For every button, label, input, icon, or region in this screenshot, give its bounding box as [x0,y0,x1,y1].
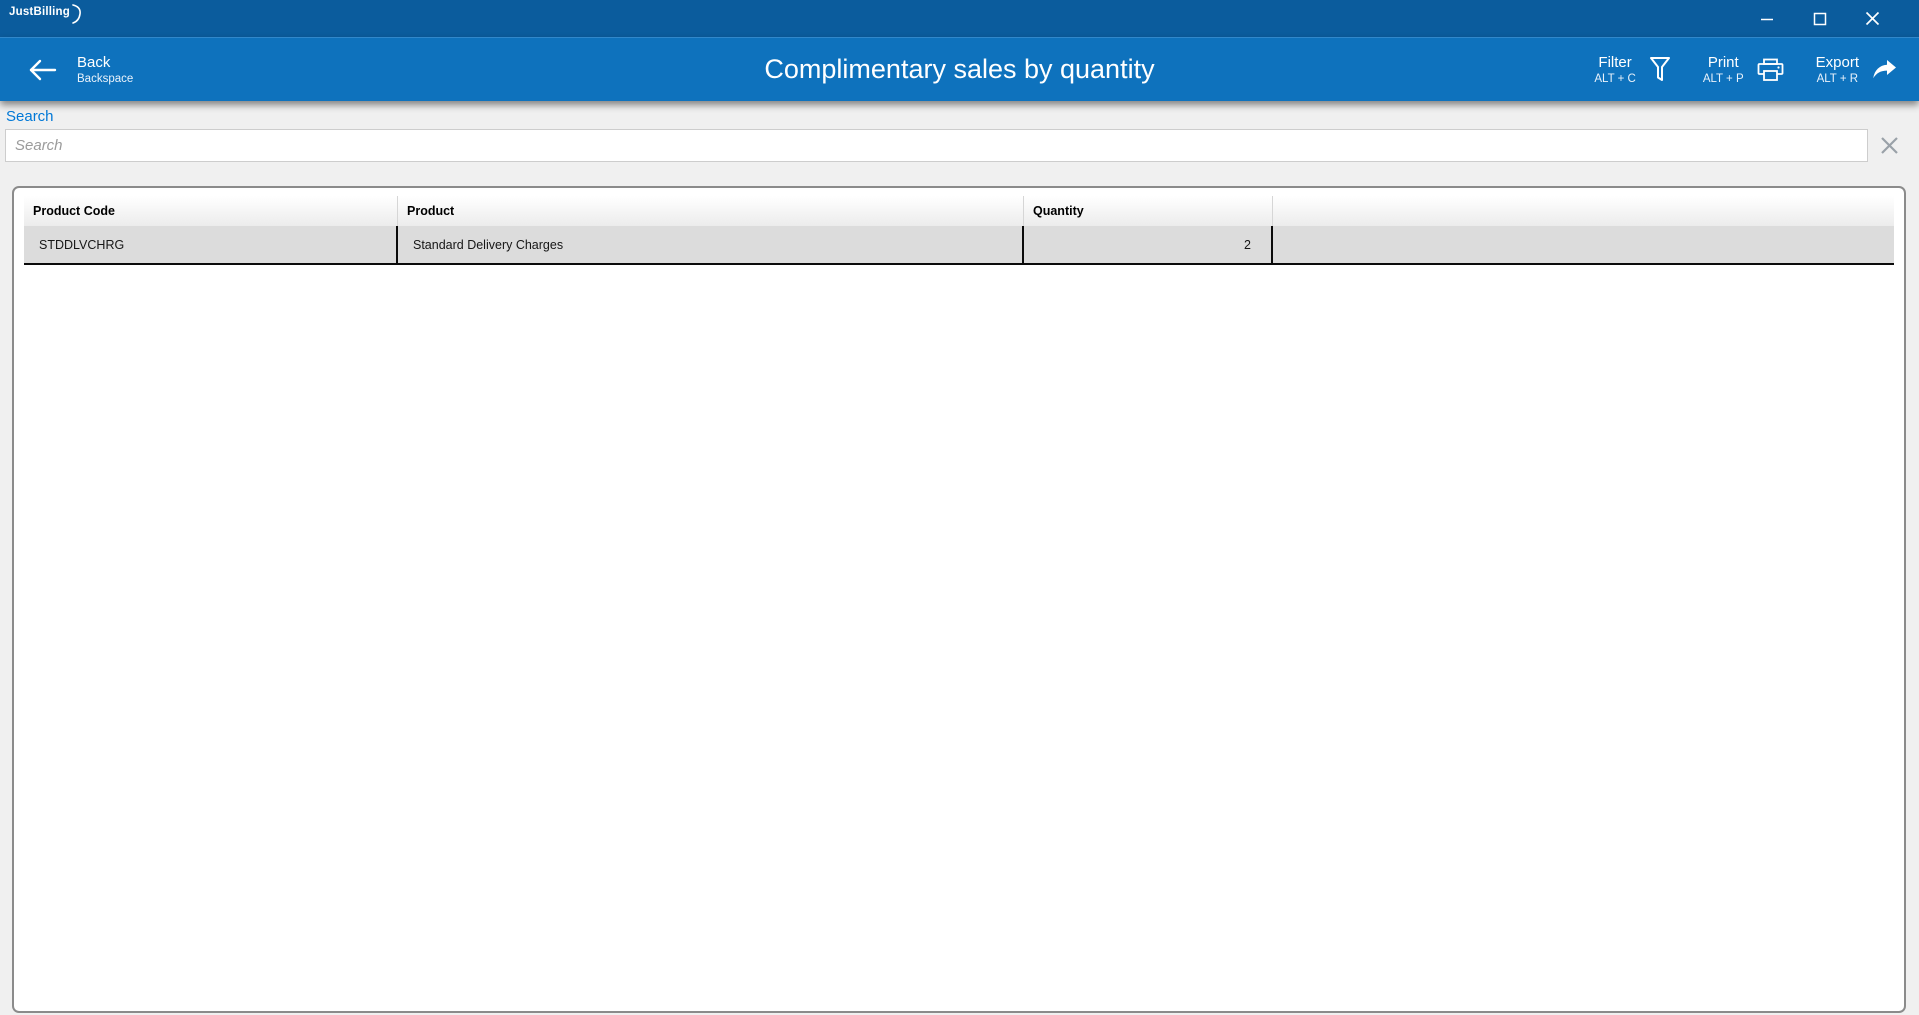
appbar-actions: Filter ALT + C Print ALT + P Export ALT [1594,53,1919,87]
filter-icon [1649,56,1671,83]
minimize-button[interactable] [1740,0,1793,37]
filter-shortcut: ALT + C [1594,72,1635,87]
export-button[interactable]: Export ALT + R [1816,53,1897,87]
close-button[interactable] [1846,0,1899,37]
maximize-icon [1813,12,1827,26]
export-shortcut: ALT + R [1817,72,1858,87]
report-table: Product Code Product Quantity STDDLVCHRG… [12,186,1906,1013]
table-row[interactable]: STDDLVCHRG Standard Delivery Charges 2 [24,226,1894,265]
header-cell-product[interactable]: Product [398,196,1024,226]
search-input[interactable] [5,129,1868,162]
window-titlebar: JustBilling [0,0,1919,37]
window-controls [1740,0,1919,37]
back-button[interactable]: Back Backspace [0,53,133,87]
justbilling-logo: JustBilling [0,0,85,37]
header-cell-product-code[interactable]: Product Code [24,196,398,226]
filter-label: Filter [1598,53,1631,72]
clear-search-button[interactable] [1879,135,1900,156]
table-header-row: Product Code Product Quantity [24,196,1894,226]
export-icon [1872,59,1897,81]
print-shortcut: ALT + P [1703,72,1744,87]
cell-quantity: 2 [1024,226,1273,263]
search-label: Search [6,108,54,125]
back-arrow-icon [27,58,57,82]
cell-filler [1273,226,1894,263]
cell-product: Standard Delivery Charges [398,226,1024,263]
maximize-button[interactable] [1793,0,1846,37]
export-label: Export [1816,53,1859,72]
back-label: Back [77,53,133,72]
back-shortcut: Backspace [77,72,133,87]
cell-product-code: STDDLVCHRG [24,226,398,263]
minimize-icon [1760,12,1774,26]
print-label: Print [1708,53,1739,72]
search-section: Search [0,101,1919,162]
close-icon [1865,11,1880,26]
printer-icon [1757,58,1784,82]
clear-search-icon [1879,135,1900,156]
app-command-bar: Back Backspace Complimentary sales by qu… [0,37,1919,101]
justbilling-logo-text: JustBilling [9,6,70,18]
print-button[interactable]: Print ALT + P [1703,53,1784,87]
cloud-icon [71,4,85,24]
header-cell-filler [1273,196,1894,226]
header-cell-quantity[interactable]: Quantity [1024,196,1273,226]
filter-button[interactable]: Filter ALT + C [1594,53,1670,87]
